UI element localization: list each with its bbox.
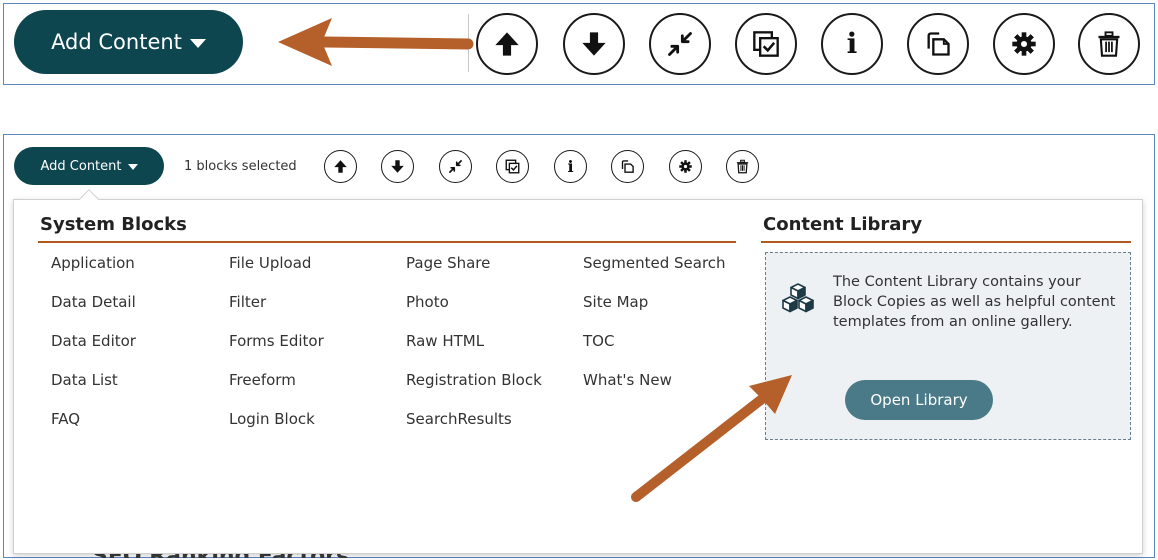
add-content-button-small[interactable]: Add Content [14, 147, 164, 185]
caret-down-icon [127, 164, 138, 170]
select-button[interactable] [735, 13, 797, 75]
trash-icon [1098, 31, 1120, 57]
block-data-detail[interactable]: Data Detail [51, 293, 136, 311]
settings-button[interactable] [993, 13, 1055, 75]
select-icon [505, 159, 520, 174]
block-file-upload[interactable]: File Upload [229, 254, 311, 272]
add-content-button[interactable]: Add Content [14, 10, 243, 74]
copy-button[interactable] [907, 13, 969, 75]
collapse-button-small[interactable] [439, 150, 472, 183]
block-segmented-search[interactable]: Segmented Search [583, 254, 726, 272]
toolbar-divider [468, 14, 469, 72]
block-data-list[interactable]: Data List [51, 371, 118, 389]
block-searchresults[interactable]: SearchResults [406, 410, 512, 428]
caret-down-icon [189, 38, 206, 48]
info-icon: i [846, 27, 858, 60]
content-library-title: Content Library [763, 214, 923, 235]
block-photo[interactable]: Photo [406, 293, 449, 311]
block-page-share[interactable]: Page Share [406, 254, 490, 272]
move-up-button[interactable] [476, 13, 538, 75]
block-registration-block[interactable]: Registration Block [406, 371, 542, 389]
block-site-map[interactable]: Site Map [583, 293, 648, 311]
copy-icon [621, 160, 634, 173]
content-library-rule [761, 241, 1131, 243]
cubes-icon [782, 283, 814, 313]
block-login-block[interactable]: Login Block [229, 410, 315, 428]
copy-icon [927, 32, 950, 56]
collapse-icon [668, 32, 692, 56]
info-icon: i [567, 156, 574, 176]
block-raw-html[interactable]: Raw HTML [406, 332, 484, 350]
delete-button-small[interactable] [726, 150, 759, 183]
content-library-description: The Content Library contains your Block … [833, 274, 1116, 330]
system-blocks-title: System Blocks [40, 214, 187, 235]
arrow-down-icon [582, 32, 606, 56]
block-whats-new[interactable]: What's New [583, 371, 672, 389]
move-down-button[interactable] [563, 13, 625, 75]
block-data-editor[interactable]: Data Editor [51, 332, 136, 350]
open-library-button[interactable]: Open Library [845, 380, 993, 420]
block-faq[interactable]: FAQ [51, 410, 80, 428]
block-toc[interactable]: TOC [583, 332, 614, 350]
select-icon [753, 31, 779, 57]
info-button[interactable]: i [821, 13, 883, 75]
block-freeform[interactable]: Freeform [229, 371, 296, 389]
copy-button-small[interactable] [611, 150, 644, 183]
trash-icon [736, 159, 749, 174]
delete-button[interactable] [1078, 13, 1140, 75]
add-content-label: Add Content [40, 158, 122, 174]
arrow-up-icon [334, 160, 347, 173]
block-filter[interactable]: Filter [229, 293, 266, 311]
gear-icon [679, 160, 692, 173]
move-down-button-small[interactable] [381, 150, 414, 183]
system-blocks-rule [38, 241, 736, 243]
selection-status: 1 blocks selected [184, 159, 297, 174]
collapse-button[interactable] [649, 13, 711, 75]
block-forms-editor[interactable]: Forms Editor [229, 332, 324, 350]
gear-icon [1012, 32, 1036, 56]
block-application[interactable]: Application [51, 254, 135, 272]
info-button-small[interactable]: i [554, 150, 587, 183]
select-button-small[interactable] [496, 150, 529, 183]
arrow-up-icon [495, 32, 519, 56]
settings-button-small[interactable] [669, 150, 702, 183]
move-up-button-small[interactable] [324, 150, 357, 183]
add-content-label: Add Content [51, 30, 182, 54]
arrow-down-icon [391, 160, 404, 173]
collapse-icon [449, 160, 462, 173]
